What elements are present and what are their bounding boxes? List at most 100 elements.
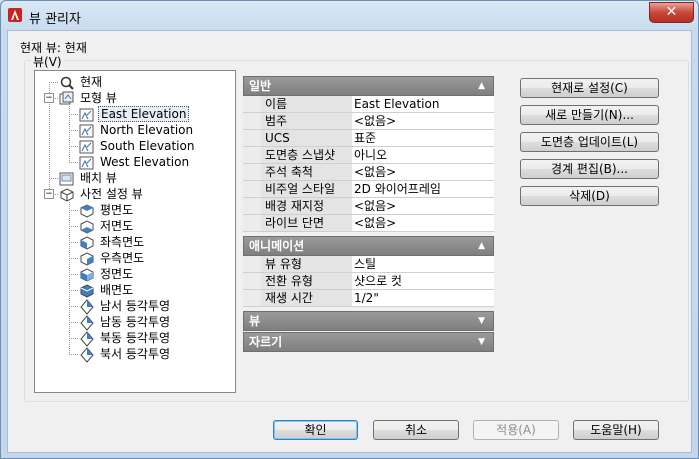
tree-item[interactable]: South Elevation xyxy=(79,138,196,154)
section-general-body: 이름 East Elevation 범주 <없음> UCS 표준 도면층 스냅샷 아니오 주석 … xyxy=(243,96,494,232)
property-name: 재생 시간 xyxy=(261,290,354,306)
tree-item-label: 사전 설정 뷰 xyxy=(80,187,143,201)
property-name: UCS xyxy=(261,130,354,146)
tree-item[interactable]: 평면도 xyxy=(79,202,135,218)
model-view-icon xyxy=(59,91,75,107)
property-value[interactable]: 스틸 xyxy=(352,256,494,272)
tree-item-label: 배치 뷰 xyxy=(80,171,117,185)
tree-item-label: East Elevation xyxy=(98,106,190,122)
section-general-header[interactable]: 일반 ▲ xyxy=(243,76,494,96)
cancel-button[interactable]: 취소 xyxy=(373,420,459,440)
close-button[interactable]: ✕ xyxy=(649,2,694,23)
property-value[interactable]: <없음> xyxy=(352,198,494,214)
tree-item-label: 저면도 xyxy=(100,219,134,233)
tree-item-label: 배면도 xyxy=(100,283,134,297)
tree-item-label: West Elevation xyxy=(100,155,190,169)
tree-item[interactable]: 배치 뷰 xyxy=(59,170,119,186)
edit-boundaries-button[interactable]: 경계 편집(B)... xyxy=(520,159,659,179)
section-animation-body: 뷰 유형 스틸 전환 유형 샷으로 컷 재생 시간 1/2" xyxy=(243,256,494,307)
property-value[interactable]: <없음> xyxy=(352,215,494,231)
property-row[interactable]: 비주얼 스타일 2D 와이어프레임 xyxy=(243,181,494,198)
cube-top-icon xyxy=(79,203,95,219)
tree-item[interactable]: East Elevation xyxy=(79,106,190,123)
property-value[interactable]: 아니오 xyxy=(352,147,494,163)
expand-arrow-icon[interactable]: ▼ xyxy=(478,312,485,330)
tree-item-label: 현재 xyxy=(80,75,103,89)
view-tree[interactable]: 현재모형 뷰 − East Elevation North Elevation Sout… xyxy=(34,70,236,393)
property-row[interactable]: 도면층 스냅샷 아니오 xyxy=(243,147,494,164)
property-row[interactable]: 라이브 단면 <없음> xyxy=(243,215,494,232)
tree-item[interactable]: North Elevation xyxy=(79,122,195,138)
section-clip-title: 자르기 xyxy=(249,335,283,349)
section-view-title: 뷰 xyxy=(249,314,261,328)
tree-item-label: 남동 등각투영 xyxy=(100,315,171,329)
property-value[interactable]: 2D 와이어프레임 xyxy=(352,181,494,197)
view-icon xyxy=(79,139,95,155)
iso-icon xyxy=(79,298,95,315)
tree-item[interactable]: 현재 xyxy=(59,74,104,90)
tree-item[interactable]: 저면도 xyxy=(79,218,135,234)
update-layers-button[interactable]: 도면층 업데이트(L) xyxy=(520,132,659,152)
apply-button[interactable]: 적용(A) xyxy=(473,420,559,440)
cube-right-icon xyxy=(79,251,95,267)
collapse-arrow-icon[interactable]: ▲ xyxy=(478,77,485,95)
set-current-button[interactable]: 현재로 설정(C) xyxy=(520,78,659,98)
section-clip-header[interactable]: 자르기 ▼ xyxy=(243,332,494,352)
property-name: 배경 재지정 xyxy=(261,198,354,214)
properties-palette: 일반 ▲ 이름 East Elevation 범주 <없음> UCS 표준 도면층 스냅샷 아… xyxy=(243,76,494,352)
property-row[interactable]: 배경 재지정 <없음> xyxy=(243,198,494,215)
property-row[interactable]: 재생 시간 1/2" xyxy=(243,290,494,307)
collapse-toggle-icon[interactable]: − xyxy=(44,189,54,199)
property-value[interactable]: 표준 xyxy=(352,130,494,146)
tree-item[interactable]: 정면도 xyxy=(79,266,135,282)
collapse-toggle-icon[interactable]: − xyxy=(44,93,54,103)
tree-item[interactable]: 모형 뷰 xyxy=(59,90,119,106)
property-row[interactable]: 주석 축척 <없음> xyxy=(243,164,494,181)
property-row[interactable]: 이름 East Elevation xyxy=(243,96,494,113)
property-value[interactable]: <없음> xyxy=(352,113,494,129)
cube-left-icon xyxy=(79,235,95,251)
tree-item[interactable]: West Elevation xyxy=(79,154,191,170)
delete-button[interactable]: 삭제(D) xyxy=(520,186,659,206)
property-row[interactable]: 뷰 유형 스틸 xyxy=(243,256,494,273)
tree-item[interactable]: 남동 등각투영 xyxy=(79,314,172,331)
tree-item[interactable]: 북서 등각투영 xyxy=(79,346,172,363)
zoom-icon xyxy=(59,75,75,91)
tree-item[interactable]: 배면도 xyxy=(79,282,135,298)
preset-view-icon xyxy=(59,187,75,203)
tree-item-label: 우측면도 xyxy=(100,251,145,265)
tree-item[interactable]: 사전 설정 뷰 xyxy=(59,186,145,202)
tree-item-label: 남서 등각투영 xyxy=(100,299,171,313)
section-view-header[interactable]: 뷰 ▼ xyxy=(243,311,494,331)
iso-icon xyxy=(79,330,95,347)
property-name: 전환 유형 xyxy=(261,273,354,289)
tree-item[interactable]: 남서 등각투영 xyxy=(79,298,172,315)
property-value[interactable]: 샷으로 컷 xyxy=(352,273,494,289)
view-icon xyxy=(79,123,95,139)
autocad-app-icon xyxy=(8,8,22,22)
property-value[interactable]: 1/2" xyxy=(352,290,494,306)
property-value[interactable]: East Elevation xyxy=(352,96,494,112)
help-button[interactable]: 도움말(H) xyxy=(573,420,659,440)
tree-item-label: 모형 뷰 xyxy=(80,91,117,105)
tree-item[interactable]: 좌측면도 xyxy=(79,234,146,250)
ok-button[interactable]: 확인 xyxy=(273,420,358,440)
tree-item-label: 북서 등각투영 xyxy=(100,347,171,361)
views-group-label: 뷰(V) xyxy=(31,53,64,70)
cube-back-icon xyxy=(79,283,95,299)
tree-item[interactable]: 우측면도 xyxy=(79,250,146,266)
tree-item-label: 북동 등각투영 xyxy=(100,331,171,345)
section-animation-title: 애니메이션 xyxy=(249,239,305,253)
property-value[interactable]: <없음> xyxy=(352,164,494,180)
layout-view-icon xyxy=(59,171,75,187)
expand-arrow-icon[interactable]: ▼ xyxy=(478,333,485,351)
tree-item-label: 정면도 xyxy=(100,267,134,281)
property-row[interactable]: 전환 유형 샷으로 컷 xyxy=(243,273,494,290)
section-animation-header[interactable]: 애니메이션 ▲ xyxy=(243,236,494,256)
property-row[interactable]: UCS 표준 xyxy=(243,130,494,147)
tree-item[interactable]: 북동 등각투영 xyxy=(79,330,172,347)
view-icon xyxy=(79,107,95,123)
collapse-arrow-icon[interactable]: ▲ xyxy=(478,237,485,255)
new-view-button[interactable]: 새로 만들기(N)... xyxy=(520,105,659,125)
property-row[interactable]: 범주 <없음> xyxy=(243,113,494,130)
